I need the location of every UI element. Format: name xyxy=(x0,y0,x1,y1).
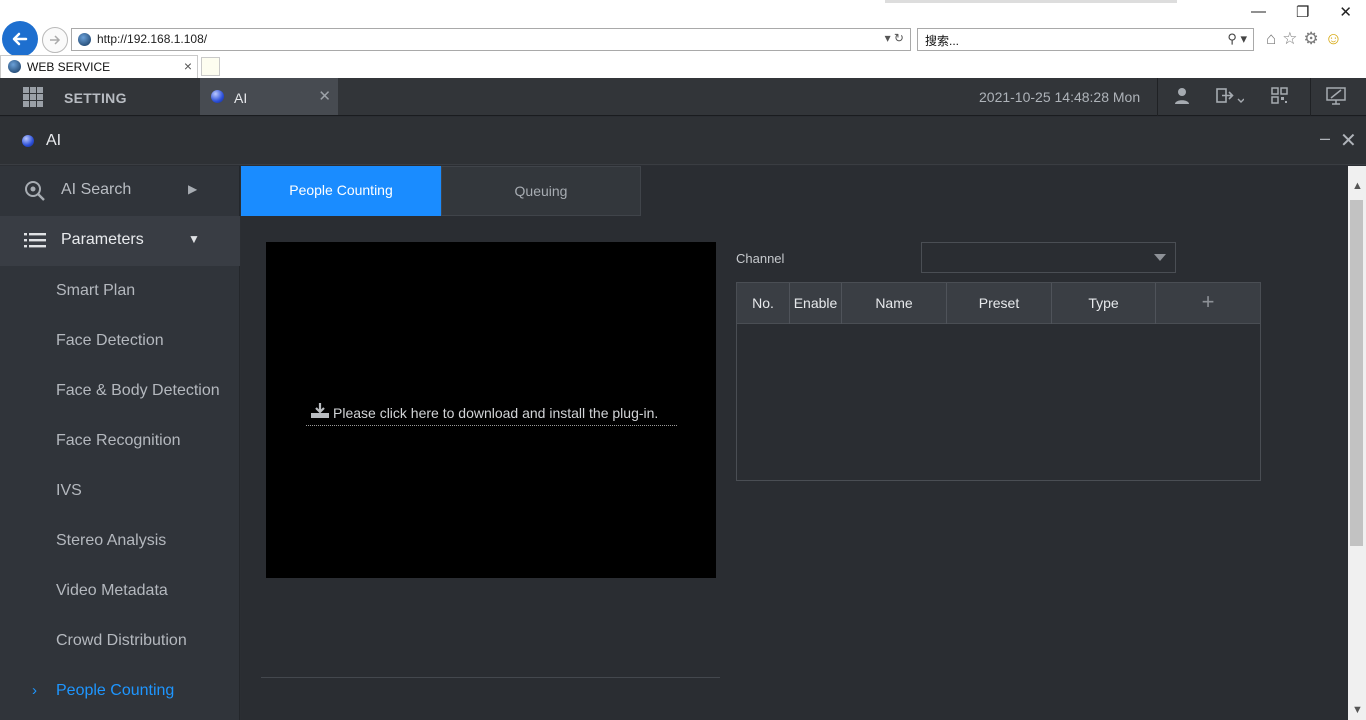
divider xyxy=(1310,78,1311,116)
user-icon[interactable] xyxy=(1174,87,1190,110)
close-tab-icon[interactable]: × xyxy=(184,58,192,74)
channel-select[interactable] xyxy=(921,242,1176,273)
sidebar-item-stereo-analysis[interactable]: Stereo Analysis xyxy=(0,516,240,566)
browser-chrome: http://192.168.1.108/ ▾ ↻ 搜索... ⚲ ▾ ⌂ ☆ … xyxy=(0,0,1366,78)
top-strip xyxy=(885,0,1177,3)
search-placeholder[interactable]: 搜索... xyxy=(925,32,959,49)
add-rule-button[interactable]: + xyxy=(1156,283,1260,324)
browser-search-box[interactable]: 搜索... ⚲ ▾ xyxy=(917,28,1254,51)
tab-people-counting[interactable]: People Counting xyxy=(241,166,441,216)
browser-back-button[interactable] xyxy=(2,21,38,57)
column-header-type: Type xyxy=(1052,283,1156,324)
sidebar: AI Search ▶ Parameters ▼ Smart Plan Face… xyxy=(0,166,240,720)
logout-icon[interactable] xyxy=(1216,87,1245,110)
scrollbar-thumb[interactable] xyxy=(1350,200,1363,546)
browser-tab[interactable]: WEB SERVICE × xyxy=(0,55,198,78)
caret-right-icon: ▶ xyxy=(188,182,198,196)
video-preview[interactable]: Please click here to download and instal… xyxy=(266,242,716,578)
sidebar-item-label: Crowd Distribution xyxy=(56,632,187,649)
browser-toolbar-icons: ⌂ ☆ ⚙ ☺ xyxy=(1266,29,1342,49)
device-datetime: 2021-10-25 14:48:28 Mon xyxy=(979,89,1141,105)
sidebar-item-face-recognition[interactable]: Face Recognition xyxy=(0,416,240,466)
minimize-window-icon[interactable]: — xyxy=(1251,3,1266,21)
tab-globe-icon xyxy=(8,60,21,73)
forward-arrow-icon xyxy=(50,35,61,45)
ai-orb-icon xyxy=(22,135,34,147)
panel-title: AI xyxy=(46,132,62,149)
scroll-up-icon[interactable]: ▲ xyxy=(1352,180,1363,192)
smiley-feedback-icon[interactable]: ☺ xyxy=(1325,29,1342,49)
sidebar-item-smart-plan[interactable]: Smart Plan xyxy=(0,266,240,316)
sidebar-section-label: Parameters xyxy=(61,231,144,248)
close-window-icon[interactable]: ✕ xyxy=(1339,3,1352,21)
divider xyxy=(261,677,720,678)
table-header: No. Enable Name Preset Type + xyxy=(737,283,1260,324)
sidebar-item-label: Face Detection xyxy=(56,332,164,349)
sidebar-section-parameters[interactable]: Parameters ▼ xyxy=(0,216,240,266)
sidebar-item-label: Video Metadata xyxy=(56,582,168,599)
main-content: People Counting Queuing Please click her… xyxy=(241,166,1348,720)
sidebar-item-face-detection[interactable]: Face Detection xyxy=(0,316,240,366)
sidebar-item-label: IVS xyxy=(56,482,82,499)
sidebar-item-label: Stereo Analysis xyxy=(56,532,167,549)
list-icon xyxy=(23,229,49,255)
column-header-no: No. xyxy=(737,283,790,324)
browser-tab-title: WEB SERVICE xyxy=(27,60,111,74)
column-header-preset: Preset xyxy=(947,283,1052,324)
sidebar-section-ai-search[interactable]: AI Search ▶ xyxy=(0,166,240,216)
address-bar[interactable]: http://192.168.1.108/ ▾ ↻ xyxy=(71,28,911,51)
search-icon[interactable]: ⚲ ▾ xyxy=(1227,31,1247,47)
column-header-name: Name xyxy=(842,283,947,324)
panel-header: AI – ✕ xyxy=(0,117,1366,165)
sidebar-item-video-metadata[interactable]: Video Metadata xyxy=(0,566,240,616)
plugin-download-link[interactable]: Please click here to download and instal… xyxy=(306,402,677,426)
sidebar-item-label: Smart Plan xyxy=(56,282,136,299)
sidebar-item-label: Face & Body Detection xyxy=(56,382,220,399)
vertical-scrollbar[interactable]: ▲ ▼ xyxy=(1348,166,1366,720)
plugin-message: Please click here to download and instal… xyxy=(333,405,659,421)
monitor-icon[interactable] xyxy=(1326,87,1346,110)
app-tab-label: AI xyxy=(234,90,248,106)
chevron-right-icon: › xyxy=(32,682,37,699)
refresh-icon[interactable]: ▾ ↻ xyxy=(885,31,904,45)
app-tab-ai[interactable]: AI ✕ xyxy=(200,78,338,115)
tab-queuing[interactable]: Queuing xyxy=(441,166,641,216)
app-top-bar: SETTING AI ✕ 2021-10-25 14:48:28 Mon xyxy=(0,78,1366,116)
channel-label: Channel xyxy=(736,251,785,266)
site-globe-icon xyxy=(78,33,91,46)
caret-down-icon: ▼ xyxy=(188,232,200,246)
favorites-star-icon[interactable]: ☆ xyxy=(1282,29,1297,49)
gear-icon[interactable]: ⚙ xyxy=(1304,29,1319,49)
search-gear-icon xyxy=(23,179,49,205)
sidebar-item-crowd-distribution[interactable]: Crowd Distribution xyxy=(0,616,240,666)
url-text[interactable]: http://192.168.1.108/ xyxy=(97,32,207,46)
window-controls: — ❐ ✕ xyxy=(1251,3,1352,21)
sidebar-item-people-counting[interactable]: › People Counting xyxy=(0,666,240,716)
minimize-panel-icon[interactable]: – xyxy=(1320,128,1330,149)
setting-menu-label[interactable]: SETTING xyxy=(64,90,127,106)
sidebar-item-label: People Counting xyxy=(56,682,175,699)
browser-forward-button[interactable] xyxy=(42,27,68,53)
sidebar-item-label: Face Recognition xyxy=(56,432,181,449)
main-menu-grid-icon[interactable] xyxy=(23,87,43,107)
divider xyxy=(1157,78,1158,116)
home-icon[interactable]: ⌂ xyxy=(1266,29,1276,49)
chevron-down-icon xyxy=(1154,254,1166,261)
rules-table: No. Enable Name Preset Type + xyxy=(736,282,1261,481)
close-app-tab-icon[interactable]: ✕ xyxy=(318,87,331,105)
download-icon xyxy=(310,402,330,424)
qr-code-icon[interactable] xyxy=(1271,87,1288,109)
scroll-down-icon[interactable]: ▼ xyxy=(1352,704,1363,716)
restore-window-icon[interactable]: ❐ xyxy=(1296,3,1309,21)
close-panel-icon[interactable]: ✕ xyxy=(1340,128,1357,153)
ai-orb-icon xyxy=(211,90,224,103)
back-arrow-icon xyxy=(12,32,28,46)
sidebar-item-ivs[interactable]: IVS xyxy=(0,466,240,516)
sidebar-item-face-body-detection[interactable]: Face & Body Detection xyxy=(0,366,240,416)
new-tab-button[interactable] xyxy=(201,57,220,76)
sidebar-section-label: AI Search xyxy=(61,181,132,198)
column-header-enable: Enable xyxy=(790,283,842,324)
